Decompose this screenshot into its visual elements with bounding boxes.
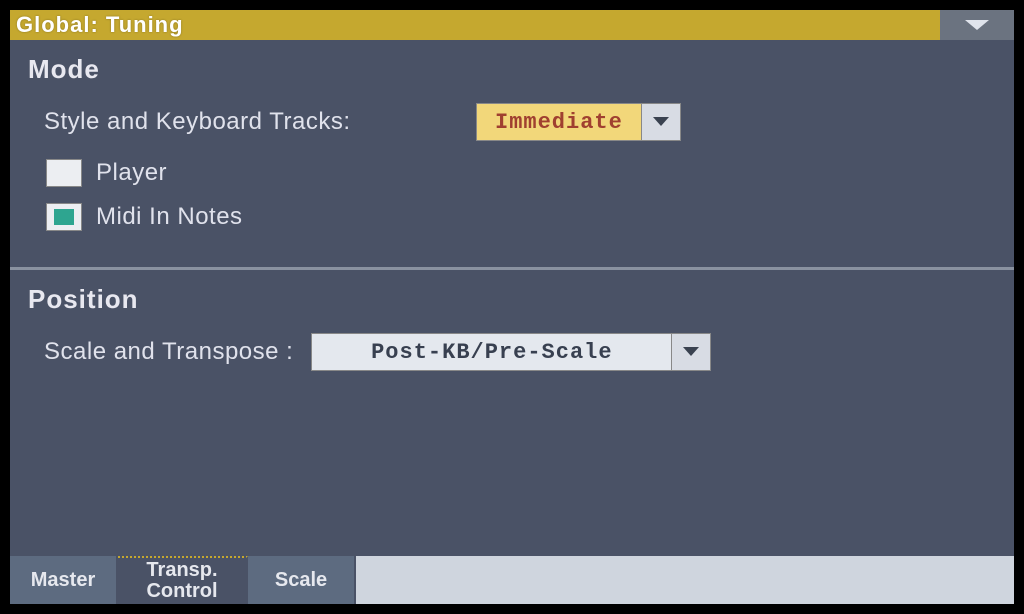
player-label: Player <box>96 159 167 187</box>
section-mode: Mode Style and Keyboard Tracks: Immediat… <box>10 40 1014 270</box>
style-tracks-dropdown-arrow[interactable] <box>641 103 681 141</box>
scale-transpose-dropdown[interactable]: Post-KB/Pre-Scale <box>311 333 711 371</box>
tab-label: Master <box>31 570 95 591</box>
title-bar: Global: Tuning <box>10 10 1014 40</box>
style-tracks-label: Style and Keyboard Tracks: <box>44 108 476 136</box>
tab-bar: Master Transp. Control Scale <box>10 556 1014 604</box>
page-title: Global: Tuning <box>16 12 184 38</box>
tab-scale[interactable]: Scale <box>248 556 356 604</box>
check-mark-icon <box>54 209 74 225</box>
scale-transpose-row: Scale and Transpose : Post-KB/Pre-Scale <box>28 333 996 371</box>
chevron-down-icon <box>652 116 670 128</box>
scale-transpose-label: Scale and Transpose : <box>44 338 293 366</box>
scale-transpose-dropdown-arrow[interactable] <box>671 333 711 371</box>
chevron-down-icon <box>682 346 700 358</box>
style-tracks-dropdown[interactable]: Immediate <box>476 103 681 141</box>
tab-master[interactable]: Master <box>10 556 118 604</box>
tab-transp-control[interactable]: Transp. Control <box>118 556 248 604</box>
tab-label: Transp. Control <box>146 560 217 602</box>
section-position: Position Scale and Transpose : Post-KB/P… <box>10 270 1014 556</box>
style-tracks-value: Immediate <box>476 103 641 141</box>
mode-heading: Mode <box>28 54 996 85</box>
menu-button[interactable] <box>940 10 1014 40</box>
player-row: Player <box>46 159 996 187</box>
content-area: Mode Style and Keyboard Tracks: Immediat… <box>10 40 1014 604</box>
midi-in-checkbox[interactable] <box>46 203 82 231</box>
tab-label: Scale <box>275 570 327 591</box>
player-checkbox[interactable] <box>46 159 82 187</box>
style-tracks-row: Style and Keyboard Tracks: Immediate <box>28 103 996 141</box>
position-heading: Position <box>28 284 996 315</box>
midi-in-row: Midi In Notes <box>46 203 996 231</box>
midi-in-label: Midi In Notes <box>96 203 243 231</box>
scale-transpose-value: Post-KB/Pre-Scale <box>311 333 671 371</box>
chevron-down-icon <box>963 18 991 32</box>
